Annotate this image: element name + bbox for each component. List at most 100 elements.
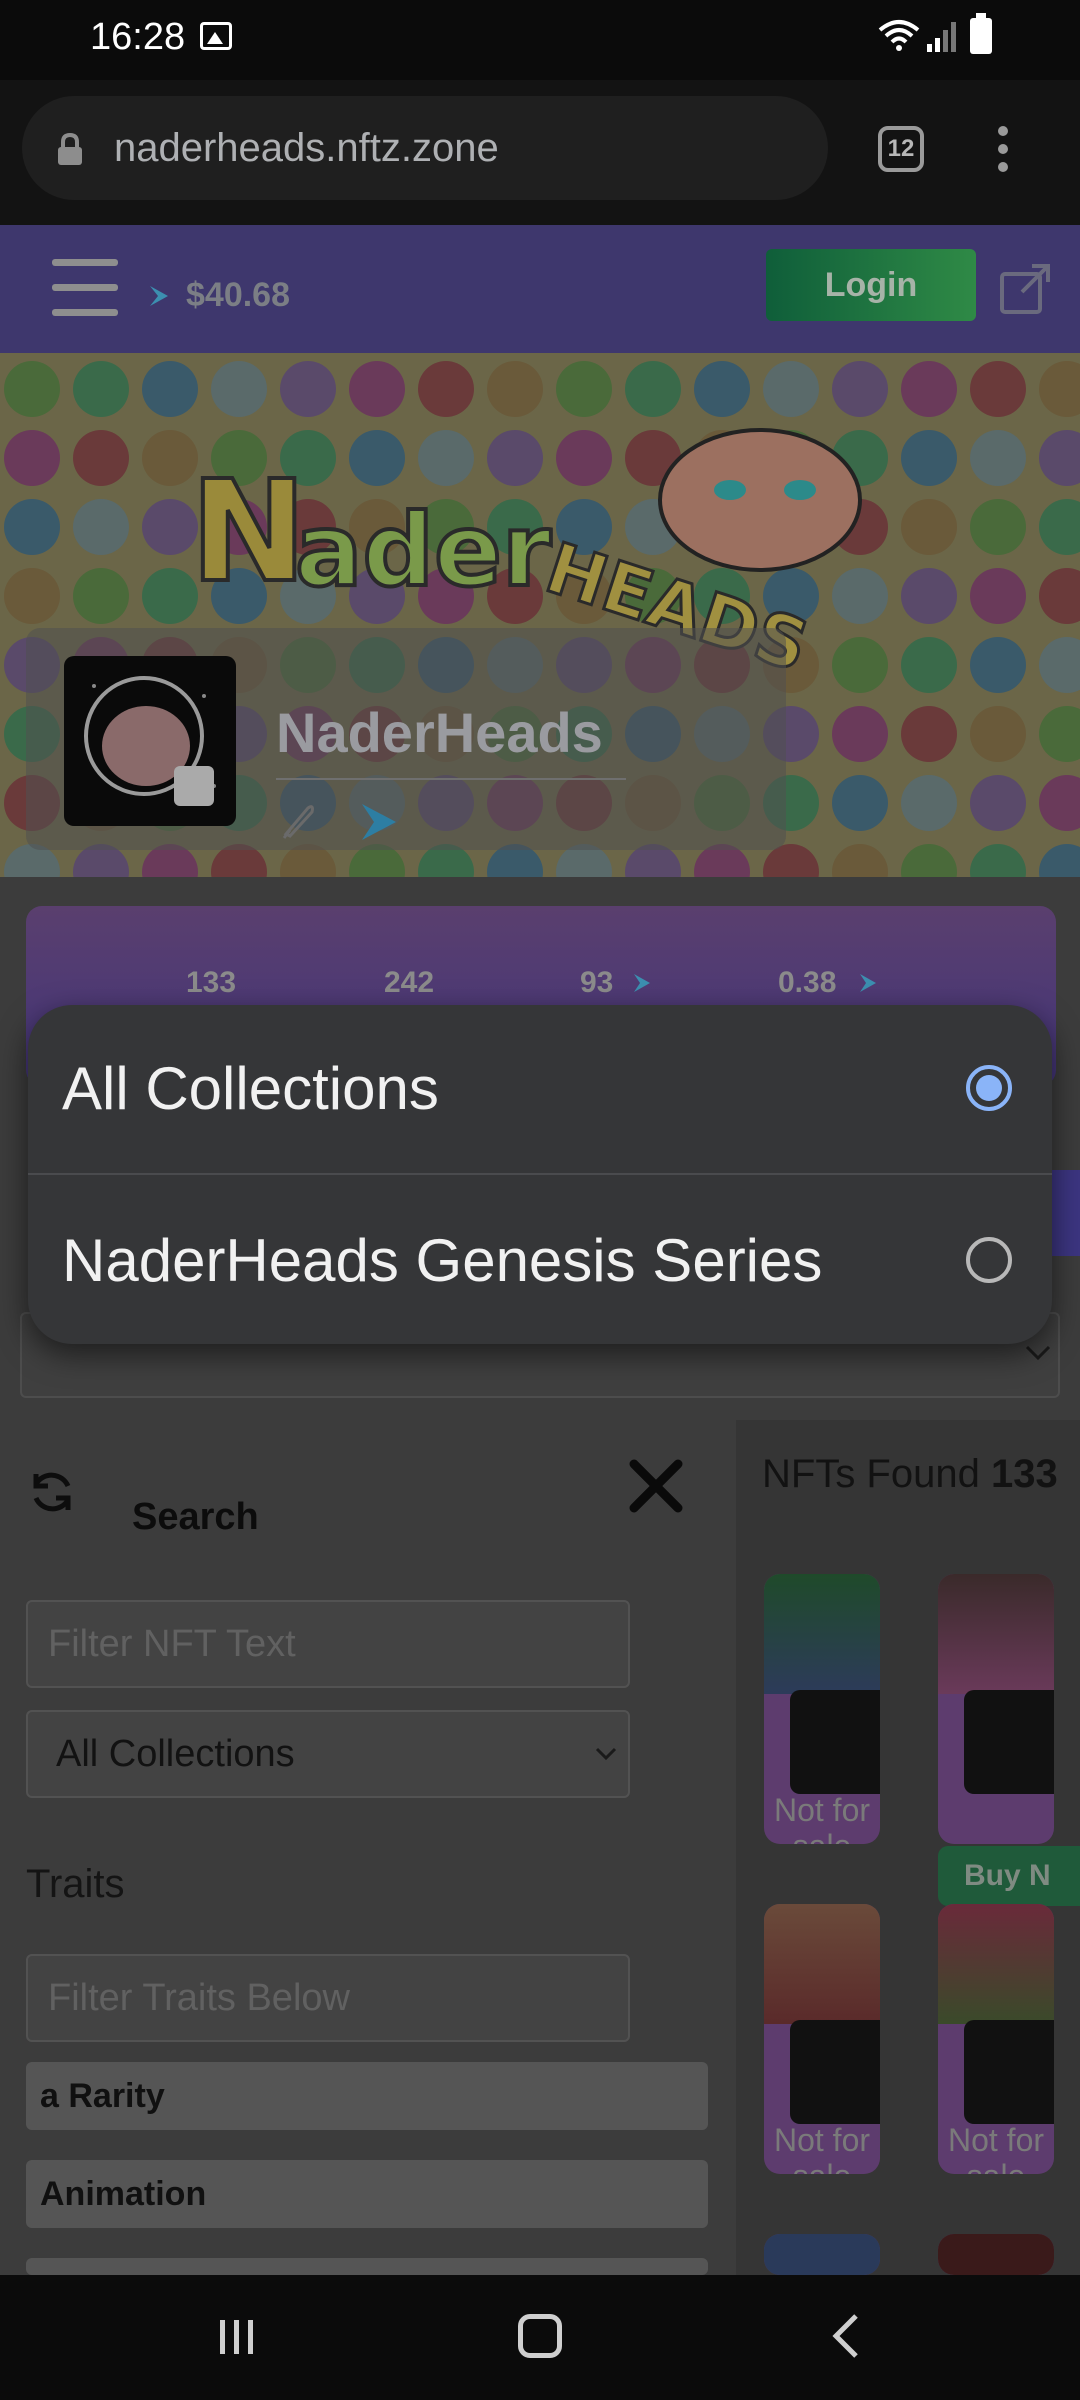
svg-text:ader: ader	[295, 492, 552, 609]
login-button[interactable]: Login	[766, 249, 976, 321]
search-panel	[0, 1420, 734, 2275]
banner-dot	[832, 775, 888, 831]
nft-card[interactable]: Not for sale	[764, 1904, 880, 2174]
hamburger-menu-icon[interactable]	[52, 259, 118, 321]
stat-floor: 0.38	[778, 966, 837, 999]
filter-traits-input[interactable]: Filter Traits Below	[26, 1954, 630, 2042]
banner-dot	[4, 499, 60, 555]
banner-dot	[970, 568, 1026, 624]
banner-dot	[4, 568, 60, 624]
radio-genesis-series[interactable]	[966, 1237, 1012, 1283]
close-icon[interactable]	[626, 1456, 686, 1516]
banner-dot	[418, 361, 474, 417]
buy-now-button[interactable]: Buy N	[938, 1846, 1080, 1906]
chevron-down-icon	[595, 1747, 617, 1761]
banner-dot	[1039, 844, 1080, 877]
banner-dot	[901, 844, 957, 877]
url-text[interactable]: naderheads.nftz.zone	[114, 126, 499, 171]
signal-icon	[927, 22, 956, 52]
banner-dot	[970, 361, 1026, 417]
option-all-collections[interactable]: All Collections	[62, 1054, 439, 1123]
banner-dot	[625, 361, 681, 417]
banner-dot	[1039, 361, 1080, 417]
banner-dot	[487, 361, 543, 417]
banner-dot	[763, 361, 819, 417]
nft-status: Not for sale	[947, 2122, 1045, 2174]
banner-dot	[73, 430, 129, 486]
back-icon[interactable]	[828, 2312, 862, 2360]
battery-icon	[970, 13, 992, 54]
banner-dot	[970, 706, 1026, 762]
banner-dot	[832, 361, 888, 417]
banner-dot	[280, 361, 336, 417]
radio-all-collections[interactable]	[966, 1065, 1012, 1111]
traits-label: Traits	[26, 1862, 125, 1906]
nft-card[interactable]	[764, 2234, 880, 2275]
nft-card[interactable]: Not for sale	[764, 1574, 880, 1844]
collection-select[interactable]: All Collections	[26, 1710, 630, 1798]
collection-name: NaderHeads	[276, 701, 603, 764]
banner-dot	[1039, 430, 1080, 486]
stat-volume: 93	[580, 966, 614, 999]
trait-group-more[interactable]	[26, 2258, 708, 2275]
external-link-icon[interactable]	[998, 260, 1054, 316]
banner-dot	[142, 361, 198, 417]
stat-items: 133	[186, 966, 237, 999]
collection-avatar	[64, 656, 236, 826]
recent-apps-icon[interactable]	[218, 2318, 256, 2356]
nft-card[interactable]: Not for sale	[938, 1904, 1054, 2174]
wifi-icon	[878, 20, 920, 51]
trait-group-rarity[interactable]: a Rarity	[26, 2062, 708, 2130]
trait-group-animation[interactable]: Animation	[26, 2160, 708, 2228]
nft-card[interactable]	[938, 2234, 1054, 2275]
banner-dot	[556, 361, 612, 417]
banner-dot	[970, 499, 1026, 555]
refresh-icon[interactable]	[26, 1466, 78, 1518]
image-notification-icon	[200, 22, 232, 50]
home-icon[interactable]	[518, 2314, 562, 2358]
nft-card[interactable]	[938, 1574, 1054, 1844]
algo-chevron-icon	[150, 286, 168, 306]
stat-owners: 242	[384, 966, 435, 999]
banner-dot	[970, 775, 1026, 831]
banner-dot	[1039, 499, 1080, 555]
banner-dot	[970, 430, 1026, 486]
name-divider	[276, 778, 626, 780]
banner-dot	[349, 361, 405, 417]
banner-dot	[73, 568, 129, 624]
banner-dot	[4, 430, 60, 486]
lock-icon	[58, 133, 82, 165]
nfts-found-count: 133	[990, 1452, 1058, 1496]
filter-nft-input[interactable]: Filter NFT Text	[26, 1600, 630, 1688]
banner-dot	[832, 706, 888, 762]
banner-dot	[1039, 706, 1080, 762]
search-title: Search	[132, 1496, 259, 1538]
status-time: 16:28	[90, 16, 186, 58]
banner-dot	[1039, 775, 1080, 831]
rocket-icon[interactable]	[278, 800, 318, 842]
nft-status: Not for sale	[773, 2122, 871, 2174]
algo-chevron-icon	[634, 974, 650, 992]
token-price: $40.68	[186, 276, 290, 314]
option-genesis-series[interactable]: NaderHeads Genesis Series	[62, 1226, 822, 1295]
banner-dot	[1039, 568, 1080, 624]
browser-menu-icon[interactable]	[996, 126, 1010, 176]
banner-dot	[73, 499, 129, 555]
algorand-icon[interactable]	[358, 800, 402, 844]
nfts-found-text: NFTs Found	[762, 1452, 980, 1496]
algo-chevron-icon	[860, 974, 876, 992]
banner-dot	[970, 844, 1026, 877]
chevron-down-icon	[1025, 1345, 1051, 1361]
nft-status: Not for sale	[773, 1792, 871, 1844]
banner-dot	[4, 361, 60, 417]
tab-switcher-button[interactable]: 12	[878, 126, 924, 172]
dropdown-divider	[28, 1173, 1052, 1175]
banner-dot	[211, 361, 267, 417]
svg-text:N: N	[190, 451, 307, 614]
banner-dot	[970, 637, 1026, 693]
banner-dot	[832, 844, 888, 877]
nfts-found-label: NFTs Found 133	[762, 1452, 1058, 1497]
banner-dot	[901, 775, 957, 831]
banner-dot	[694, 361, 750, 417]
banner-dot	[1039, 637, 1080, 693]
